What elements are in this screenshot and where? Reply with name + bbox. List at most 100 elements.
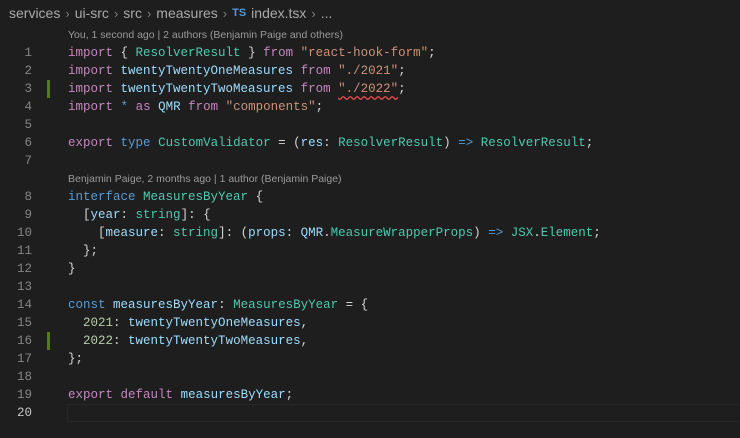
line-code: import twentyTwentyOneMeasures from "./2… (68, 62, 406, 80)
code-token: year (90, 208, 121, 222)
code-token: "components" (225, 100, 316, 114)
code-token: => (488, 226, 504, 240)
code-line[interactable]: 17}; (0, 350, 740, 368)
code-token: CustomValidator (158, 136, 271, 150)
code-line[interactable]: 7 (0, 152, 740, 170)
code-line[interactable]: 8 interface MeasuresByYear { (0, 188, 740, 206)
code-token: ; (585, 136, 594, 150)
breadcrumb-item-measures[interactable]: measures (156, 5, 217, 21)
code-token: , (300, 316, 309, 330)
code-line[interactable]: 11 }; (0, 242, 740, 260)
line-number: 12 (16, 262, 32, 276)
code-token: { (113, 46, 136, 60)
code-line[interactable]: 1 import { ResolverResult } from "react-h… (0, 44, 740, 62)
code-token: measuresByYear (180, 388, 286, 402)
git-modified-marker[interactable] (47, 80, 50, 98)
code-line[interactable]: 16 2022: twentyTwentyTwoMeasures, (0, 332, 740, 350)
breadcrumb-item-file[interactable]: index.tsx (251, 5, 306, 21)
code-token: string (173, 226, 219, 240)
chevron-right-icon: › (311, 5, 316, 21)
line-number: 9 (24, 208, 32, 222)
code-line[interactable]: 6 export type CustomValidator = (res: Res… (0, 134, 740, 152)
code-token: ResolverResult (480, 136, 586, 150)
code-token: QMR (300, 226, 324, 240)
code-token: = ( (270, 136, 301, 150)
code-token: 2022 (83, 334, 114, 348)
breadcrumb-item-services[interactable]: services (9, 5, 60, 21)
code-token: type (120, 136, 151, 150)
code-line[interactable]: 2 import twentyTwentyOneMeasures from "./… (0, 62, 740, 80)
code-token: import (68, 46, 114, 60)
code-token: } (68, 262, 76, 276)
code-token: "./2022" (338, 82, 399, 96)
line-code: 2022: twentyTwentyTwoMeasures, (68, 332, 308, 350)
code-line[interactable]: 4 import * as QMR from "components"; (0, 98, 740, 116)
code-line[interactable]: 3 import twentyTwentyTwoMeasures from "./… (0, 80, 740, 98)
breadcrumb-item-symbols[interactable]: ... (321, 5, 333, 21)
code-editor[interactable]: You, 1 second ago | 2 authors (Benjamin … (0, 26, 740, 422)
code-token: ]: ( (218, 226, 249, 240)
code-line[interactable]: 18 (0, 368, 740, 386)
line-number: 5 (24, 118, 32, 132)
code-token: [ (68, 208, 91, 222)
code-token: : (285, 226, 301, 240)
code-lines: 1 import { ResolverResult } from "react-h… (0, 44, 740, 422)
code-line[interactable]: 13 (0, 278, 740, 296)
code-token: import (68, 82, 114, 96)
code-token: res (300, 136, 324, 150)
line-code: }; (68, 350, 83, 368)
code-token: twentyTwentyOneMeasures (120, 64, 294, 78)
code-token: : (158, 226, 174, 240)
code-line[interactable]: 12} (0, 260, 740, 278)
code-token: import (68, 64, 114, 78)
code-token: from (263, 46, 294, 60)
breadcrumb-item-src[interactable]: src (123, 5, 142, 21)
code-token: ; (593, 226, 601, 240)
line-number: 8 (24, 190, 32, 204)
line-code: import { ResolverResult } from "react-ho… (68, 44, 436, 62)
git-modified-marker[interactable] (47, 332, 50, 350)
code-line[interactable]: 15 2021: twentyTwentyOneMeasures, (0, 314, 740, 332)
breadcrumb: services › ui-src › src › measures › TS … (0, 0, 740, 26)
line-number: 20 (16, 406, 32, 420)
codelens-blame[interactable]: You, 1 second ago | 2 authors (Benjamin … (0, 26, 740, 44)
code-token: . (323, 226, 331, 240)
code-token: ; (428, 46, 436, 60)
breadcrumb-item-ui-src[interactable]: ui-src (75, 5, 109, 21)
code-token: twentyTwentyTwoMeasures (128, 334, 301, 348)
code-line[interactable]: 20 (0, 404, 740, 422)
chevron-right-icon: › (65, 5, 70, 21)
line-code: import twentyTwentyTwoMeasures from "./2… (68, 80, 406, 98)
code-line[interactable]: 19 export default measuresByYear; (0, 386, 740, 404)
code-token: ; (398, 64, 406, 78)
code-token: props (248, 226, 286, 240)
code-token: ResolverResult (135, 46, 241, 60)
line-number: 6 (24, 136, 32, 150)
code-token: twentyTwentyOneMeasures (128, 316, 301, 330)
code-line[interactable]: 9 [year: string]: { (0, 206, 740, 224)
code-line[interactable]: 10 [measure: string]: (props: QMR.Measur… (0, 224, 740, 242)
line-number: 2 (24, 64, 32, 78)
code-token: twentyTwentyTwoMeasures (120, 82, 294, 96)
code-line[interactable]: 5 (0, 116, 740, 134)
code-line[interactable]: 14 const measuresByYear: MeasuresByYear =… (0, 296, 740, 314)
codelens-blame[interactable]: Benjamin Paige, 2 months ago | 1 author … (0, 170, 740, 188)
code-token: measuresByYear (113, 298, 219, 312)
line-code: } (68, 260, 76, 278)
line-number: 3 (24, 82, 32, 96)
code-token: interface (68, 190, 136, 204)
line-number: 4 (24, 100, 32, 114)
line-code: export default measuresByYear; (68, 386, 293, 404)
code-token: QMR (158, 100, 181, 114)
chevron-right-icon: › (222, 5, 228, 21)
